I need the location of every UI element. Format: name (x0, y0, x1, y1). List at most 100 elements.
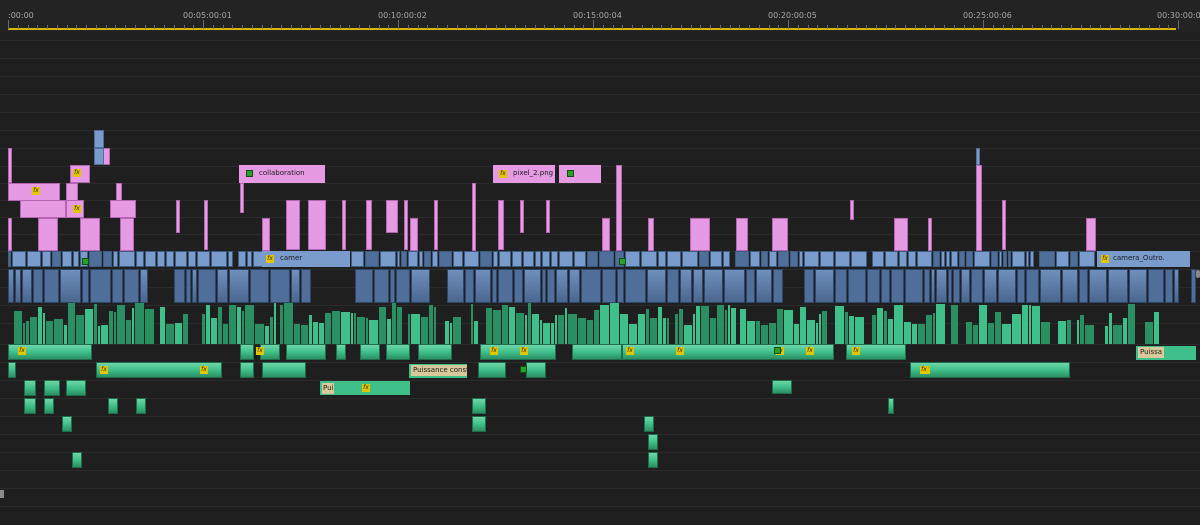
video-thumbnail-clip[interactable] (8, 269, 14, 303)
graphic-clip[interactable] (176, 200, 180, 233)
video-clip[interactable] (432, 251, 438, 267)
audio-waveform-clip[interactable] (132, 308, 134, 344)
video-clip[interactable] (103, 251, 112, 267)
audio-waveform-clip[interactable] (1154, 312, 1159, 344)
video-thumbnail-clip[interactable] (270, 269, 290, 303)
audio-waveform-clip[interactable] (849, 316, 854, 344)
audio-waveform-clip[interactable] (717, 305, 724, 344)
audio-clip[interactable] (910, 362, 1070, 378)
video-clip[interactable] (951, 251, 958, 267)
audio-waveform-clip[interactable] (421, 317, 428, 344)
video-thumbnail-clip[interactable] (835, 269, 847, 303)
audio-waveform-clip[interactable] (270, 317, 273, 344)
video-thumbnail-clip[interactable] (1017, 269, 1025, 303)
timeline-panel[interactable]: :00:00 00:05:00:01 00:10:00:02 00:15:00:… (0, 0, 1200, 525)
audio-waveform-clip[interactable] (408, 314, 410, 344)
graphic-clip[interactable] (520, 200, 524, 233)
time-ruler[interactable]: :00:00 00:05:00:01 00:10:00:02 00:15:00:… (0, 0, 1200, 32)
graphic-clip[interactable] (342, 200, 346, 250)
audio-waveform-clip[interactable] (1032, 306, 1040, 344)
graphic-clip[interactable] (559, 165, 601, 183)
video-thumbnail-clip[interactable] (602, 269, 616, 303)
audio-waveform-clip[interactable] (845, 312, 848, 344)
audio-waveform-clip[interactable] (46, 321, 53, 344)
video-clip[interactable] (499, 251, 511, 267)
audio-clip[interactable] (644, 416, 654, 432)
audio-waveform-clip[interactable] (710, 318, 716, 344)
audio-waveform-clip[interactable] (237, 307, 241, 344)
audio-waveform-clip[interactable] (274, 303, 276, 344)
video-thumbnail-clip[interactable] (756, 269, 772, 303)
video-thumbnail-clip[interactable] (931, 269, 935, 303)
audio-waveform-clip[interactable] (1022, 305, 1028, 344)
video-clip[interactable] (917, 251, 932, 267)
audio-waveform-clip[interactable] (872, 315, 876, 344)
audio-waveform-clip[interactable] (26, 321, 29, 344)
graphic-clip[interactable] (262, 218, 270, 251)
video-thumbnail-clip[interactable] (82, 269, 89, 303)
audio-clip[interactable] (572, 344, 622, 360)
video-thumbnail-clip[interactable] (547, 269, 555, 303)
video-thumbnail-clip[interactable] (984, 269, 997, 303)
audio-clip[interactable] (472, 398, 486, 414)
video-clip[interactable] (908, 251, 916, 267)
video-thumbnail-clip[interactable] (198, 269, 216, 303)
video-clip[interactable] (12, 251, 26, 267)
audio-waveform-clip[interactable] (988, 323, 994, 344)
video-clip[interactable] (453, 251, 463, 267)
audio-waveform-clip[interactable] (638, 314, 645, 344)
video-clip[interactable] (625, 251, 640, 267)
video-thumbnail-clip[interactable] (773, 269, 783, 303)
audio-waveform-clip[interactable] (98, 326, 100, 344)
audio-clip[interactable] (472, 416, 486, 432)
audio-waveform-clip[interactable] (211, 318, 217, 344)
video-clip[interactable] (401, 251, 407, 267)
audio-waveform-clip[interactable] (397, 307, 402, 344)
audio-waveform-clip[interactable] (369, 320, 378, 344)
video-clip[interactable] (551, 251, 558, 267)
audio-waveform-clip[interactable] (434, 307, 436, 344)
video-clip[interactable] (1030, 251, 1034, 267)
audio-waveform-clip[interactable] (493, 310, 501, 344)
audio-waveform-clip[interactable] (1041, 322, 1050, 344)
audio-waveform-clip[interactable] (696, 306, 700, 344)
audio-waveform-clip[interactable] (160, 307, 165, 344)
audio-waveform-clip[interactable] (725, 310, 727, 344)
video-clip[interactable] (778, 251, 789, 267)
graphic-clip-collaboration[interactable]: collaboration (239, 165, 325, 183)
audio-waveform-clip[interactable] (354, 313, 356, 344)
video-clip[interactable] (228, 251, 233, 267)
video-clip[interactable] (89, 251, 102, 267)
audio-clip[interactable] (478, 362, 506, 378)
video-clip[interactable] (247, 251, 252, 267)
audio-waveform-clip[interactable] (728, 305, 730, 344)
audio-waveform-clip[interactable] (822, 311, 827, 344)
audio-waveform-clip[interactable] (532, 314, 539, 344)
video-thumbnail-clip[interactable] (647, 269, 666, 303)
video-thumbnail-clip[interactable] (1026, 269, 1039, 303)
graphic-clip[interactable] (434, 200, 438, 250)
audio-waveform-clip[interactable] (807, 320, 815, 344)
video-clip[interactable] (851, 251, 867, 267)
audio-waveform-clip[interactable] (800, 307, 806, 344)
graphic-clip[interactable] (66, 183, 78, 201)
audio-waveform-clip[interactable] (594, 310, 599, 344)
audio-waveform-clip[interactable] (325, 313, 331, 344)
audio-waveform-clip[interactable] (973, 325, 978, 344)
audio-waveform-clip[interactable] (667, 318, 669, 344)
audio-waveform-clip[interactable] (23, 323, 25, 344)
video-thumbnail-clip[interactable] (390, 269, 395, 303)
audio-waveform-clip[interactable] (528, 303, 531, 344)
audio-waveform-clip[interactable] (877, 308, 883, 344)
audio-waveform-clip[interactable] (206, 305, 210, 344)
video-clip[interactable] (73, 251, 79, 267)
audio-clip[interactable] (44, 398, 54, 414)
audio-waveform-clip[interactable] (558, 315, 564, 344)
audio-waveform-clip[interactable] (543, 323, 550, 344)
video-clip[interactable] (351, 251, 364, 267)
audio-waveform-clip[interactable] (587, 320, 593, 344)
audio-waveform-clip[interactable] (313, 322, 318, 344)
video-thumbnail-clip[interactable] (867, 269, 880, 303)
audio-waveform-clip[interactable] (761, 325, 768, 344)
video-thumbnail-clip[interactable] (881, 269, 890, 303)
